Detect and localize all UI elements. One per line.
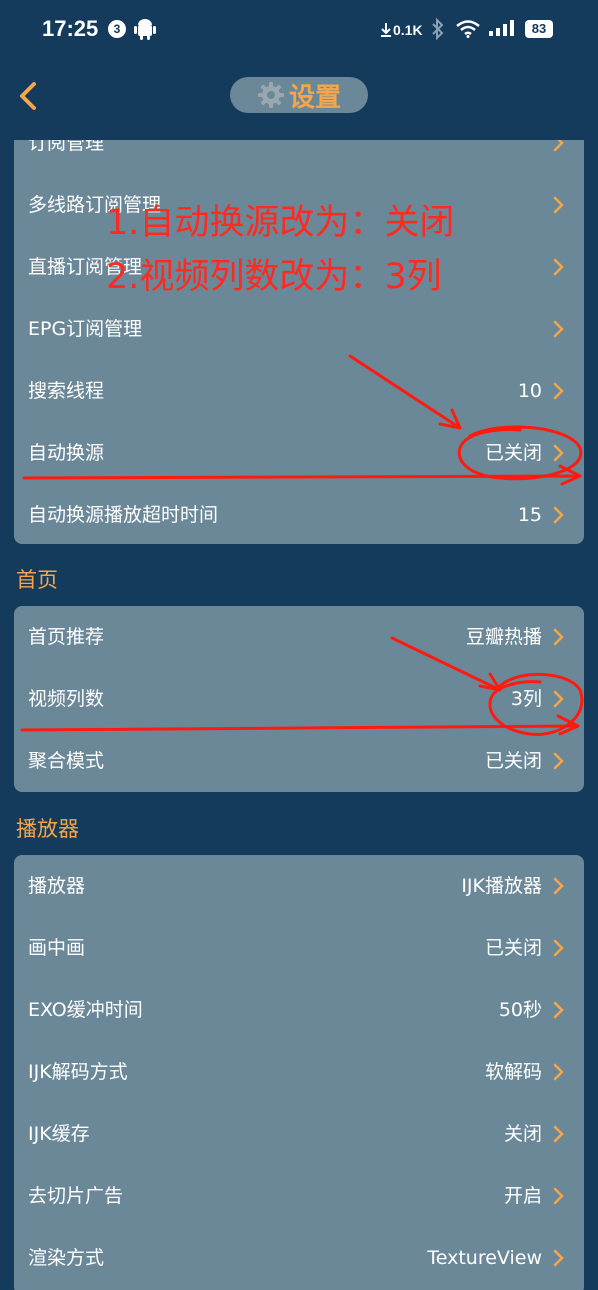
annotation-underline-1 — [22, 464, 582, 486]
annotation-circle-1 — [457, 425, 583, 481]
annotation-marks — [20, 354, 584, 736]
annotation-arrow-2 — [390, 636, 502, 692]
annotation-arrow-1 — [348, 354, 462, 430]
